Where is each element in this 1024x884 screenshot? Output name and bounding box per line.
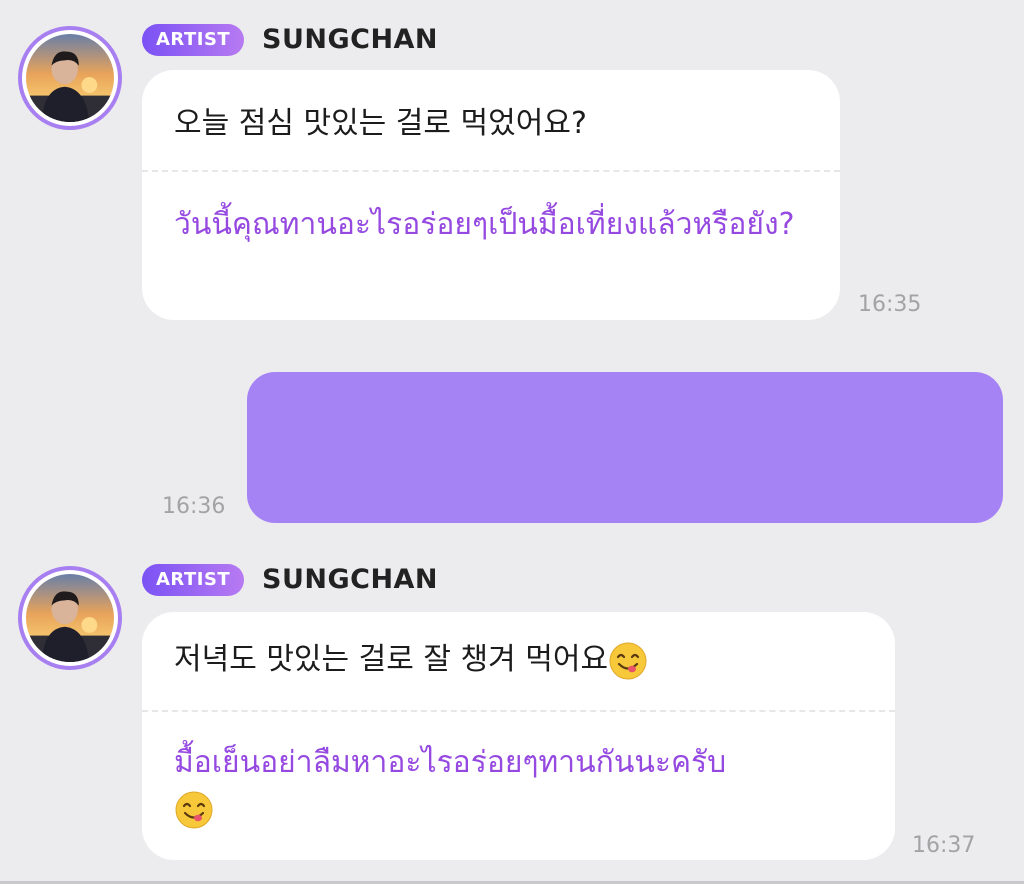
sender-avatar[interactable] xyxy=(18,566,122,670)
profile-photo xyxy=(26,34,114,122)
translation-divider xyxy=(142,710,895,712)
sent-message-bubble[interactable] xyxy=(247,372,1003,523)
original-text: 저녁도 맛있는 걸로 잘 챙겨 먹어요 xyxy=(174,638,871,682)
original-text: 오늘 점심 맛있는 걸로 먹었어요? xyxy=(174,106,587,141)
message-bubble[interactable]: 저녁도 맛있는 걸로 잘 챙겨 먹어요 มื้อเย็นอย่าลืมหาอะไ… xyxy=(142,612,895,860)
face-savoring-food-icon xyxy=(174,790,214,830)
translation-text-content: มื้อเย็นอย่าลืมหาอะไรอร่อยๆทานกันนะครับ xyxy=(174,745,727,780)
message-timestamp: 16:37 xyxy=(912,833,976,858)
translation-divider xyxy=(142,170,840,172)
artist-badge: ARTIST xyxy=(142,564,245,596)
sender-name[interactable]: SUNGCHAN xyxy=(262,24,438,55)
sender-name[interactable]: SUNGCHAN xyxy=(262,564,438,595)
sender-avatar[interactable] xyxy=(18,26,122,130)
translation-text: วันนี้คุณทานอะไรอร่อยๆเป็นมื้อเที่ยงแล้ว… xyxy=(174,207,795,242)
face-savoring-food-icon xyxy=(608,641,648,681)
message-bubble[interactable]: 오늘 점심 맛있는 걸로 먹었어요? วันนี้คุณทานอะไรอร่อย… xyxy=(142,70,840,320)
profile-photo xyxy=(26,574,114,662)
translation-text: มื้อเย็นอย่าลืมหาอะไรอร่อยๆทานกันนะครับ xyxy=(174,740,871,832)
artist-badge: ARTIST xyxy=(142,24,245,56)
original-text-content: 저녁도 맛있는 걸로 잘 챙겨 먹어요 xyxy=(174,642,609,677)
message-timestamp: 16:35 xyxy=(858,292,922,317)
message-timestamp: 16:36 xyxy=(162,494,226,519)
